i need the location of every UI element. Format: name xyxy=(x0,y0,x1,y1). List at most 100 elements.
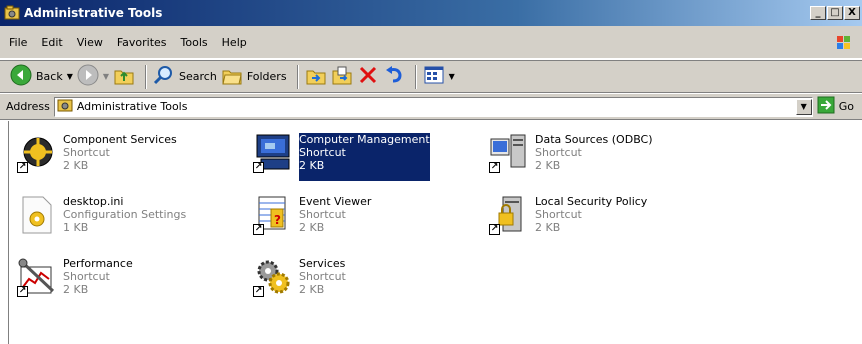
forward-dropdown-icon[interactable]: ▼ xyxy=(103,72,109,81)
item-size: 2 KB xyxy=(299,283,325,296)
folders-label: Folders xyxy=(246,70,287,83)
item-name: Computer Management xyxy=(299,133,430,146)
shortcut-arrow-icon: ↗ xyxy=(253,162,264,173)
up-folder-icon xyxy=(113,64,135,89)
item-size: 2 KB xyxy=(299,221,325,234)
views-button[interactable]: ▼ xyxy=(423,63,455,91)
go-button[interactable]: Go xyxy=(817,96,854,117)
back-arrow-icon xyxy=(10,64,32,89)
item-size: 2 KB xyxy=(63,159,89,172)
move-to-icon xyxy=(305,64,327,89)
item-type: Shortcut xyxy=(299,270,346,283)
item-size: 2 KB xyxy=(535,221,561,234)
forward-arrow-icon xyxy=(77,64,99,89)
menu-file[interactable]: File xyxy=(2,36,34,49)
list-item-component-services[interactable]: ↗ Component Services Shortcut 2 KB xyxy=(9,121,239,181)
title-bar[interactable]: Administrative Tools _ □ X xyxy=(0,0,862,26)
window-title: Administrative Tools xyxy=(24,6,163,20)
list-item-event-viewer[interactable]: ? ↗ Event Viewer Shortcut 2 KB xyxy=(245,183,475,243)
views-icon xyxy=(423,64,445,89)
up-folder-button[interactable] xyxy=(113,63,135,91)
list-item-desktop-ini[interactable]: desktop.ini Configuration Settings 1 KB xyxy=(9,183,239,243)
toolbar-separator xyxy=(296,64,299,89)
search-icon xyxy=(153,64,175,89)
back-dropdown-icon[interactable]: ▼ xyxy=(67,72,73,81)
copy-to-icon xyxy=(331,64,353,89)
shortcut-arrow-icon: ↗ xyxy=(489,224,500,235)
item-size: 2 KB xyxy=(535,159,561,172)
windows-logo-icon xyxy=(836,35,852,51)
item-name: Event Viewer xyxy=(299,195,372,208)
item-type: Configuration Settings xyxy=(63,208,187,221)
folders-icon xyxy=(221,64,243,89)
item-name: desktop.ini xyxy=(63,195,124,208)
item-type: Shortcut xyxy=(535,146,582,159)
menu-favorites[interactable]: Favorites xyxy=(110,36,174,49)
address-input[interactable]: Administrative Tools ▼ xyxy=(53,96,813,117)
shortcut-arrow-icon: ↗ xyxy=(489,162,500,173)
minimize-button[interactable]: _ xyxy=(810,6,826,20)
item-name: Performance xyxy=(63,257,133,270)
shortcut-arrow-icon: ↗ xyxy=(253,224,264,235)
address-label: Address xyxy=(6,100,50,113)
move-to-button[interactable] xyxy=(305,63,327,91)
delete-button[interactable] xyxy=(357,63,379,91)
item-name: Data Sources (ODBC) xyxy=(535,133,653,146)
list-item-local-security-policy[interactable]: ↗ Local Security Policy Shortcut 2 KB xyxy=(481,183,711,243)
performance-icon: ↗ xyxy=(17,257,57,297)
views-dropdown-icon[interactable]: ▼ xyxy=(449,72,455,81)
go-label: Go xyxy=(838,100,854,113)
maximize-button[interactable]: □ xyxy=(827,6,843,20)
shortcut-arrow-icon: ↗ xyxy=(253,286,264,297)
svg-text:?: ? xyxy=(274,213,281,227)
folders-button[interactable]: Folders xyxy=(221,63,287,91)
config-file-icon xyxy=(17,195,57,235)
search-button[interactable]: Search xyxy=(153,63,217,91)
delete-icon xyxy=(357,64,379,89)
list-item-services[interactable]: ↗ Services Shortcut 2 KB xyxy=(245,245,475,305)
back-label: Back xyxy=(36,70,63,83)
list-item-computer-management[interactable]: ↗ Computer Management Shortcut 2 KB xyxy=(245,121,475,181)
forward-button[interactable]: ▼ xyxy=(77,63,109,91)
menu-view[interactable]: View xyxy=(70,36,110,49)
item-size: 2 KB xyxy=(63,283,89,296)
address-value: Administrative Tools xyxy=(76,100,188,113)
shortcut-arrow-icon: ↗ xyxy=(17,286,28,297)
admin-tools-icon xyxy=(4,5,20,21)
data-sources-icon: ↗ xyxy=(489,133,529,173)
undo-button[interactable] xyxy=(383,63,405,91)
item-size: 2 KB xyxy=(299,159,325,172)
computer-management-icon: ↗ xyxy=(253,133,293,173)
toolbar: Back ▼ ▼ Search Folders ▼ xyxy=(0,60,862,93)
item-type: Shortcut xyxy=(535,208,582,221)
file-list: ↗ Component Services Shortcut 2 KB ↗ Com… xyxy=(8,121,862,344)
go-arrow-icon xyxy=(817,96,835,117)
search-label: Search xyxy=(179,70,217,83)
address-dropdown-button[interactable]: ▼ xyxy=(795,98,812,115)
undo-icon xyxy=(383,64,405,89)
local-security-policy-icon: ↗ xyxy=(489,195,529,235)
menu-tools[interactable]: Tools xyxy=(174,36,215,49)
copy-to-button[interactable] xyxy=(331,63,353,91)
back-button[interactable]: Back ▼ xyxy=(10,63,73,91)
list-item-performance[interactable]: ↗ Performance Shortcut 2 KB xyxy=(9,245,239,305)
item-name: Services xyxy=(299,257,346,270)
item-name: Component Services xyxy=(63,133,177,146)
item-size: 1 KB xyxy=(63,221,89,234)
item-type: Shortcut xyxy=(299,146,346,159)
services-icon: ↗ xyxy=(253,257,293,297)
menu-edit[interactable]: Edit xyxy=(34,36,69,49)
item-name: Local Security Policy xyxy=(535,195,648,208)
menu-help[interactable]: Help xyxy=(215,36,254,49)
address-bar: Address Administrative Tools ▼ Go xyxy=(0,94,862,120)
toolbar-separator xyxy=(414,64,417,89)
toolbar-separator xyxy=(145,64,148,89)
item-type: Shortcut xyxy=(63,270,110,283)
item-type: Shortcut xyxy=(63,146,110,159)
component-services-icon: ↗ xyxy=(17,133,57,173)
list-item-data-sources-odbc[interactable]: ↗ Data Sources (ODBC) Shortcut 2 KB xyxy=(481,121,711,181)
admin-tools-small-icon xyxy=(57,97,73,116)
item-type: Shortcut xyxy=(299,208,346,221)
close-button[interactable]: X xyxy=(844,6,860,20)
shortcut-arrow-icon: ↗ xyxy=(17,162,28,173)
